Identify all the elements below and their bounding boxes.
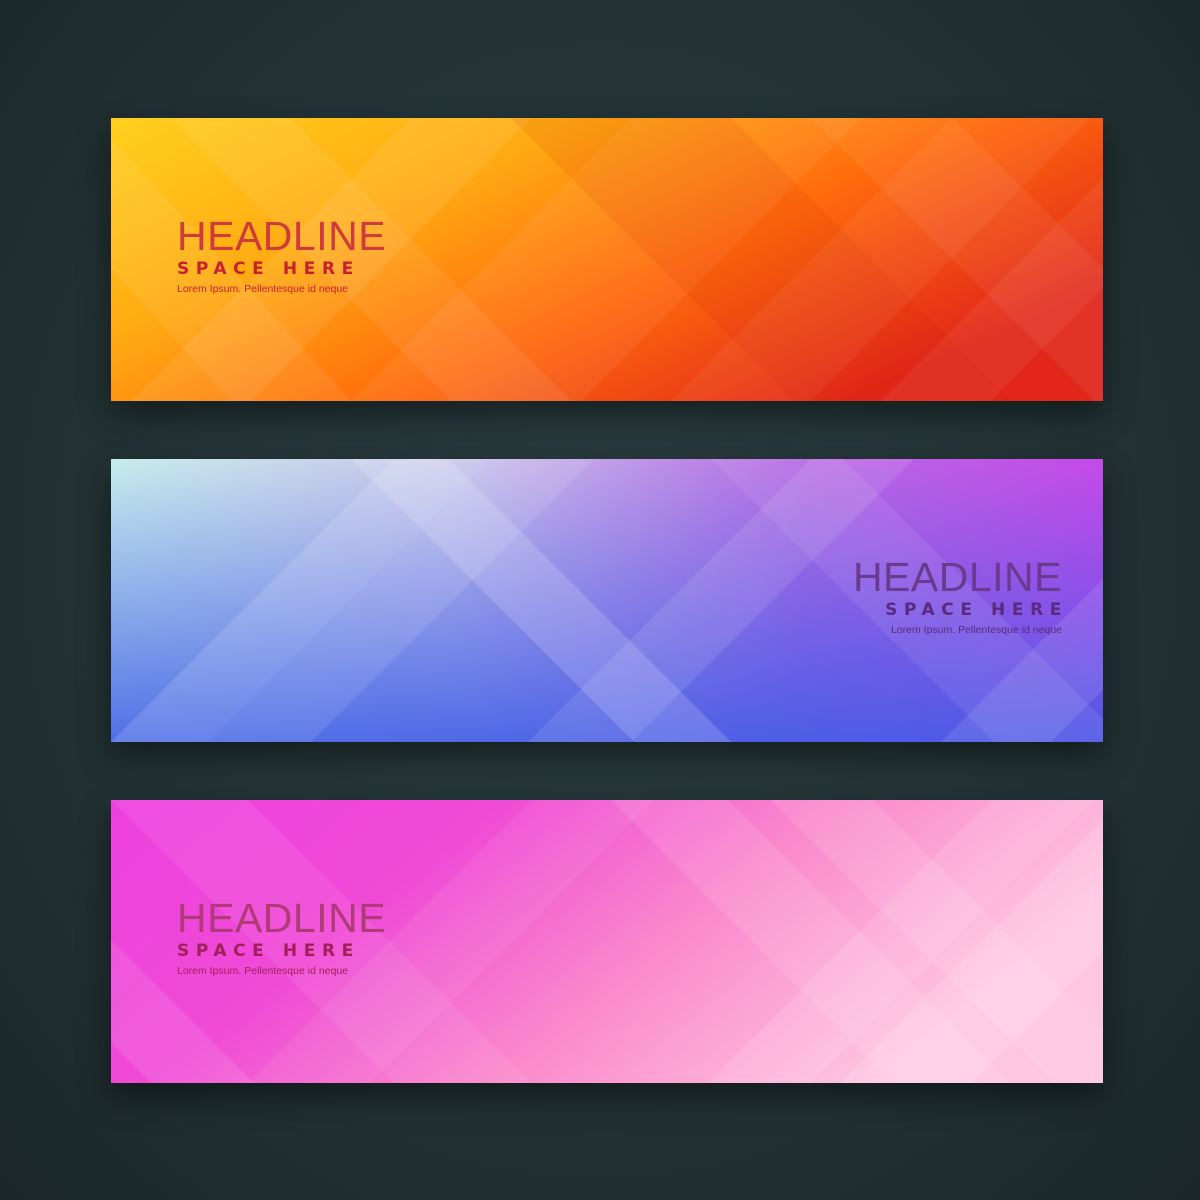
subhead: SPACE HERE bbox=[177, 941, 360, 961]
body-text: Lorem Ipsum. Pellentesque id neque bbox=[177, 283, 349, 295]
banner-blue: HEADLINE SPACE HERE Lorem Ipsum. Pellent… bbox=[111, 459, 1103, 742]
headline: HEADLINE bbox=[177, 213, 387, 259]
banner-orange-text: HEADLINE SPACE HERE Lorem Ipsum. Pellent… bbox=[177, 214, 386, 296]
banner-pink-text: HEADLINE SPACE HERE Lorem Ipsum. Pellent… bbox=[177, 896, 386, 978]
banner-orange: HEADLINE SPACE HERE Lorem Ipsum. Pellent… bbox=[111, 118, 1103, 401]
subhead: SPACE HERE bbox=[177, 259, 360, 279]
subhead: SPACE HERE bbox=[885, 600, 1068, 620]
body-text: Lorem Ipsum. Pellentesque id neque bbox=[177, 965, 349, 977]
body-text: Lorem Ipsum. Pellentesque id neque bbox=[890, 624, 1062, 636]
headline: HEADLINE bbox=[177, 895, 387, 941]
banner-blue-text: HEADLINE SPACE HERE Lorem Ipsum. Pellent… bbox=[853, 555, 1062, 637]
banner-pink: HEADLINE SPACE HERE Lorem Ipsum. Pellent… bbox=[111, 800, 1103, 1083]
headline: HEADLINE bbox=[852, 554, 1062, 600]
